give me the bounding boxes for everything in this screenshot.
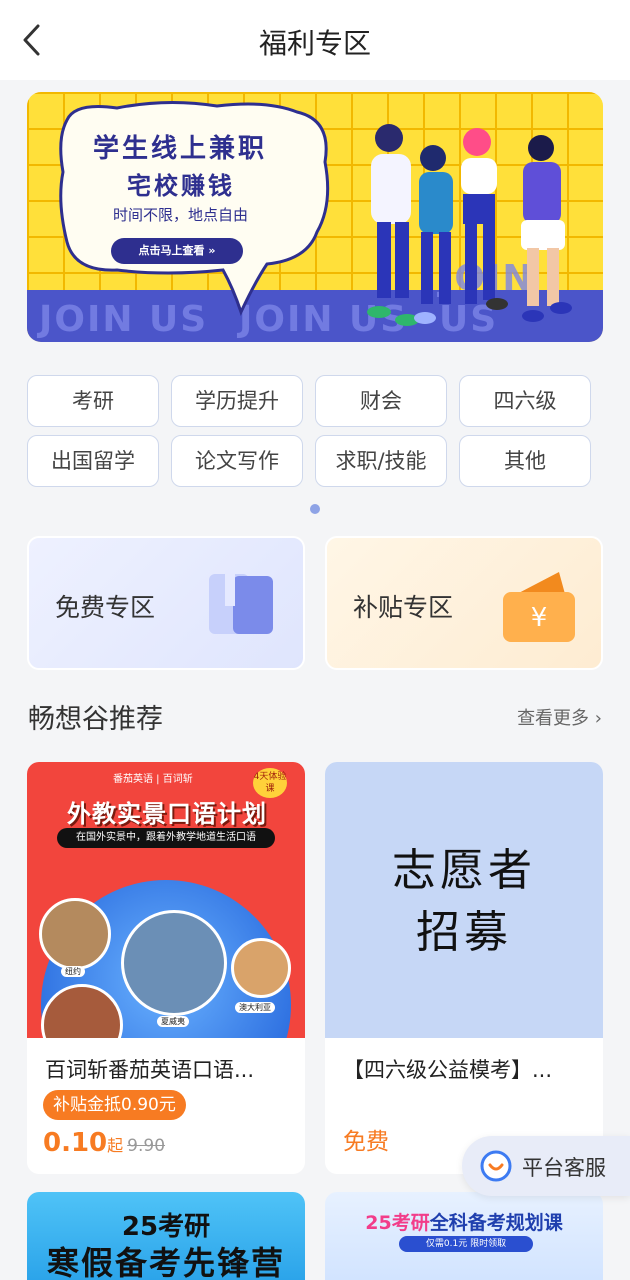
chevron-right-icon: › [594,708,602,729]
cover-subline: 在国外实景中，跟着外教学地道生活口语 [57,828,275,848]
cover-brands: 番茄英语 | 百词斩 [113,774,193,785]
course-card[interactable]: 25考研全科备考规划课 仅需0.1元 限时领取 [325,1192,603,1280]
price-free: 免费 [343,1129,389,1155]
banner-subline: 时间不限，地点自由 [113,206,249,224]
course-card[interactable]: 番茄英语 | 百词斩 4天体验课 外教实景口语计划 在国外实景中，跟着外教学地道… [27,762,305,1174]
cover-headline: 25考研全科备考规划课 [365,1212,563,1234]
price: 0.10起 9.90 [43,1128,166,1158]
cover-subline: 寒假备考先锋营 [46,1244,285,1280]
cover-subline: 仅需0.1元 限时领取 [399,1236,533,1252]
svg-text:¥: ¥ [531,603,548,633]
course-card[interactable]: 25考研 寒假备考先锋营 [27,1192,305,1280]
city-label: 夏威夷 [157,1016,189,1027]
promo-banner[interactable]: JOIN US JOIN US JOIN US [27,92,603,342]
course-card[interactable]: 志愿者 招募 【四六级公益模考】... 免费 [325,762,603,1174]
cover-headline: 外教实景口语计划 [67,800,267,828]
course-title: 【四六级公益模考】... [343,1058,553,1082]
category-accounting[interactable]: 财会 [315,375,447,427]
category-grid: 考研 学历提升 财会 四六级 出国留学 论文写作 求职/技能 其他 [27,375,593,487]
volunteer-cover-image: 志愿者 招募 [325,762,603,1038]
category-other[interactable]: 其他 [459,435,591,487]
banner-headline: 学生线上兼职 [93,134,268,164]
section-title: 畅想谷推荐 [28,704,163,735]
category-study-abroad[interactable]: 出国留学 [27,435,159,487]
see-more-link[interactable]: 查看更多 › [517,704,602,730]
banner-headline-2: 宅校赚钱 [127,172,235,200]
cover-text: 志愿者 招募 [392,845,536,958]
category-degree[interactable]: 学历提升 [171,375,303,427]
subsidy-zone-card[interactable]: 补贴专区 ¥ [325,536,603,670]
teacher-photo [121,910,227,1016]
top-bar: 福利专区 [0,0,630,80]
category-career[interactable]: 求职/技能 [315,435,447,487]
category-kaoyan[interactable]: 考研 [27,375,159,427]
category-thesis[interactable]: 论文写作 [171,435,303,487]
chat-smile-icon [480,1150,512,1182]
book-icon [209,570,273,634]
customer-service-button[interactable]: 平台客服 [462,1136,630,1196]
yuan-ticket-icon: ¥ [503,572,575,642]
subsidy-badge: 补贴金抵0.90元 [43,1090,186,1120]
teacher-photo [231,938,291,998]
city-label: 纽约 [61,966,85,977]
free-zone-label: 免费专区 [55,593,156,622]
page-title: 福利专区 [258,27,371,60]
page-indicator-dot [310,504,320,514]
original-price: 9.90 [127,1136,166,1156]
dancers-illustration [367,124,572,326]
teacher-photo [39,898,111,970]
free-zone-card[interactable]: 免费专区 [27,536,305,670]
course-cover-image: 番茄英语 | 百词斩 4天体验课 外教实景口语计划 在国外实景中，跟着外教学地道… [27,762,305,1038]
course-title: 百词斩番茄英语口语... [45,1058,255,1082]
banner-cta-button[interactable]: 点击马上查看 » [111,238,243,264]
subsidy-zone-label: 补贴专区 [353,593,454,622]
city-label: 澳大利亚 [235,1002,275,1013]
see-more-label: 查看更多 [517,708,590,729]
customer-service-label: 平台客服 [522,1156,606,1180]
category-cet[interactable]: 四六级 [459,375,591,427]
